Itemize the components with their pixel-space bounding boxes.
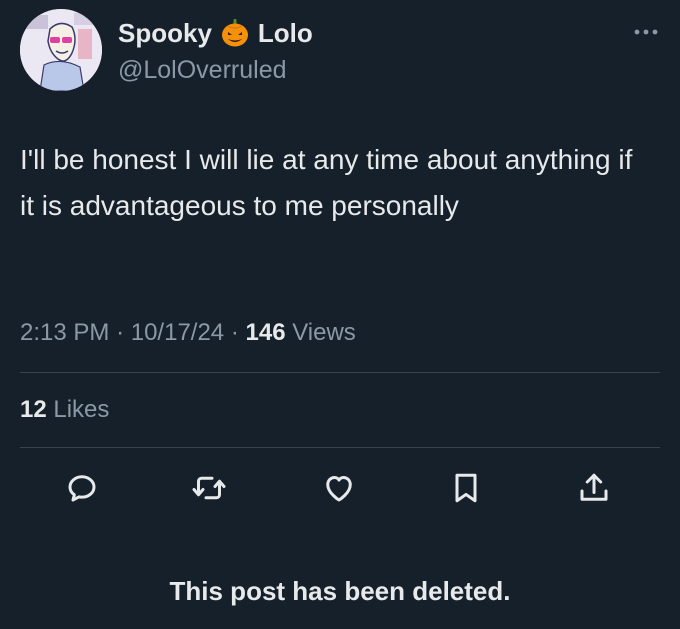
reply-icon: [68, 475, 96, 502]
likes-summary[interactable]: 12 Likes: [20, 394, 109, 426]
display-name[interactable]: Spooky Lolo: [118, 16, 313, 50]
deleted-notice: This post has been deleted.: [169, 576, 511, 606]
meta-separator: ·: [230, 319, 239, 346]
likes-count: 12: [20, 396, 47, 423]
reply-button[interactable]: [64, 470, 100, 506]
views-count: 146: [245, 319, 286, 346]
divider: [20, 447, 660, 448]
share-button[interactable]: [576, 470, 612, 506]
retweet-button[interactable]: [191, 470, 227, 506]
bookmark-button[interactable]: [448, 470, 484, 506]
heart-icon: [326, 476, 352, 502]
tweet-time[interactable]: 2:13 PM: [20, 319, 109, 346]
tweet-meta: 2:13 PM · 10/17/24 · 146 Views: [20, 317, 356, 349]
tweet-text: I'll be honest I will lie at any time ab…: [20, 144, 633, 221]
more-icon: [634, 29, 658, 35]
user-handle[interactable]: @LolOverruled: [118, 54, 287, 86]
divider: [20, 372, 660, 373]
share-icon: [580, 473, 608, 501]
views-label: Views: [292, 319, 356, 346]
retweet-icon: [192, 476, 226, 500]
more-options-button[interactable]: [632, 22, 660, 42]
bookmark-icon: [455, 473, 477, 503]
like-button[interactable]: [321, 470, 357, 506]
meta-separator: ·: [116, 319, 125, 346]
display-name-second: Lolo: [257, 18, 313, 48]
avatar-drawing: [20, 9, 102, 91]
display-name-first: Spooky: [118, 18, 212, 48]
likes-label: Likes: [53, 396, 110, 423]
jack-o-lantern-icon: [220, 18, 250, 48]
avatar[interactable]: [20, 9, 102, 91]
tweet-date[interactable]: 10/17/24: [131, 319, 224, 346]
